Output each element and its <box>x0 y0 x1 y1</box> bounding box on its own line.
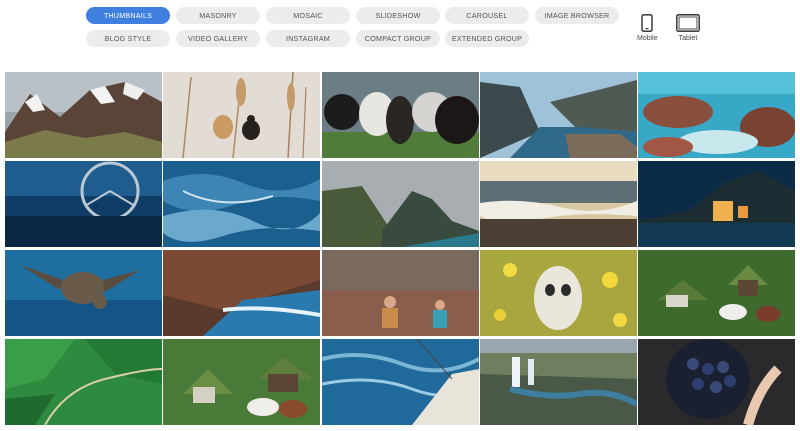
gallery-image-horses[interactable] <box>321 72 479 158</box>
gallery-image-children-in-field[interactable] <box>321 250 479 336</box>
thumbnail-grid <box>5 72 795 431</box>
gallery-image-blue-waves[interactable] <box>163 161 321 247</box>
tab-slideshow[interactable]: SLIDESHOW <box>356 7 440 24</box>
tab-carousel[interactable]: CAROUSEL <box>445 7 529 24</box>
gallery-image-coastal-cliffs-waves[interactable] <box>163 250 321 336</box>
tablet-icon <box>676 14 700 32</box>
tab-mosaic[interactable]: MOSAIC <box>266 7 350 24</box>
gallery-image-sea-turtle[interactable] <box>5 250 162 336</box>
gallery-image-green-fields-aerial[interactable] <box>5 339 162 425</box>
device-tablet-button[interactable]: Tablet <box>676 14 700 42</box>
tab-masonry[interactable]: MASONRY <box>176 7 260 24</box>
tab-video-gallery[interactable]: VIDEO GALLERY <box>176 30 260 47</box>
gallery-image-bird-on-reeds[interactable] <box>163 72 321 158</box>
gallery-image-sailboat-bow-waves[interactable] <box>321 339 479 425</box>
tab-image-browser[interactable]: IMAGE BROWSER <box>535 7 619 24</box>
device-mobile-label: Mobile <box>637 35 658 42</box>
gallery-image-snowy-mountains[interactable] <box>5 72 162 158</box>
device-tablet-label: Tablet <box>678 35 698 42</box>
tab-compact-group[interactable]: COMPACT GROUP <box>356 30 440 47</box>
tab-thumbnails[interactable]: THUMBNAILS <box>86 7 170 24</box>
gallery-image-blueberries-bowl[interactable] <box>638 339 795 425</box>
mobile-phone-icon <box>641 14 653 32</box>
gallery-image-beach-waves-sunset[interactable] <box>479 161 637 247</box>
gallery-image-rocky-coast-turquoise[interactable] <box>638 72 795 158</box>
gallery-image-night-harbor-town[interactable] <box>638 161 795 247</box>
device-mobile-button[interactable]: Mobile <box>637 14 658 42</box>
tab-instagram[interactable]: INSTAGRAM <box>266 30 350 47</box>
gallery-image-fjord-viewpoint[interactable] <box>479 72 637 158</box>
tab-extended-group[interactable]: EXTENDED GROUP <box>445 30 529 47</box>
gallery-image-owl-in-flowers[interactable] <box>479 250 637 336</box>
gallery-image-sea-cliffs[interactable] <box>321 161 479 247</box>
tab-blog-style[interactable]: BLOG STYLE <box>86 30 170 47</box>
gallery-image-turf-houses-horses[interactable] <box>163 339 321 425</box>
gallery-image-waterfalls-river[interactable] <box>479 339 637 425</box>
gallery-image-turf-houses-horse[interactable] <box>638 250 795 336</box>
gallery-image-underwater-car[interactable] <box>5 161 162 247</box>
